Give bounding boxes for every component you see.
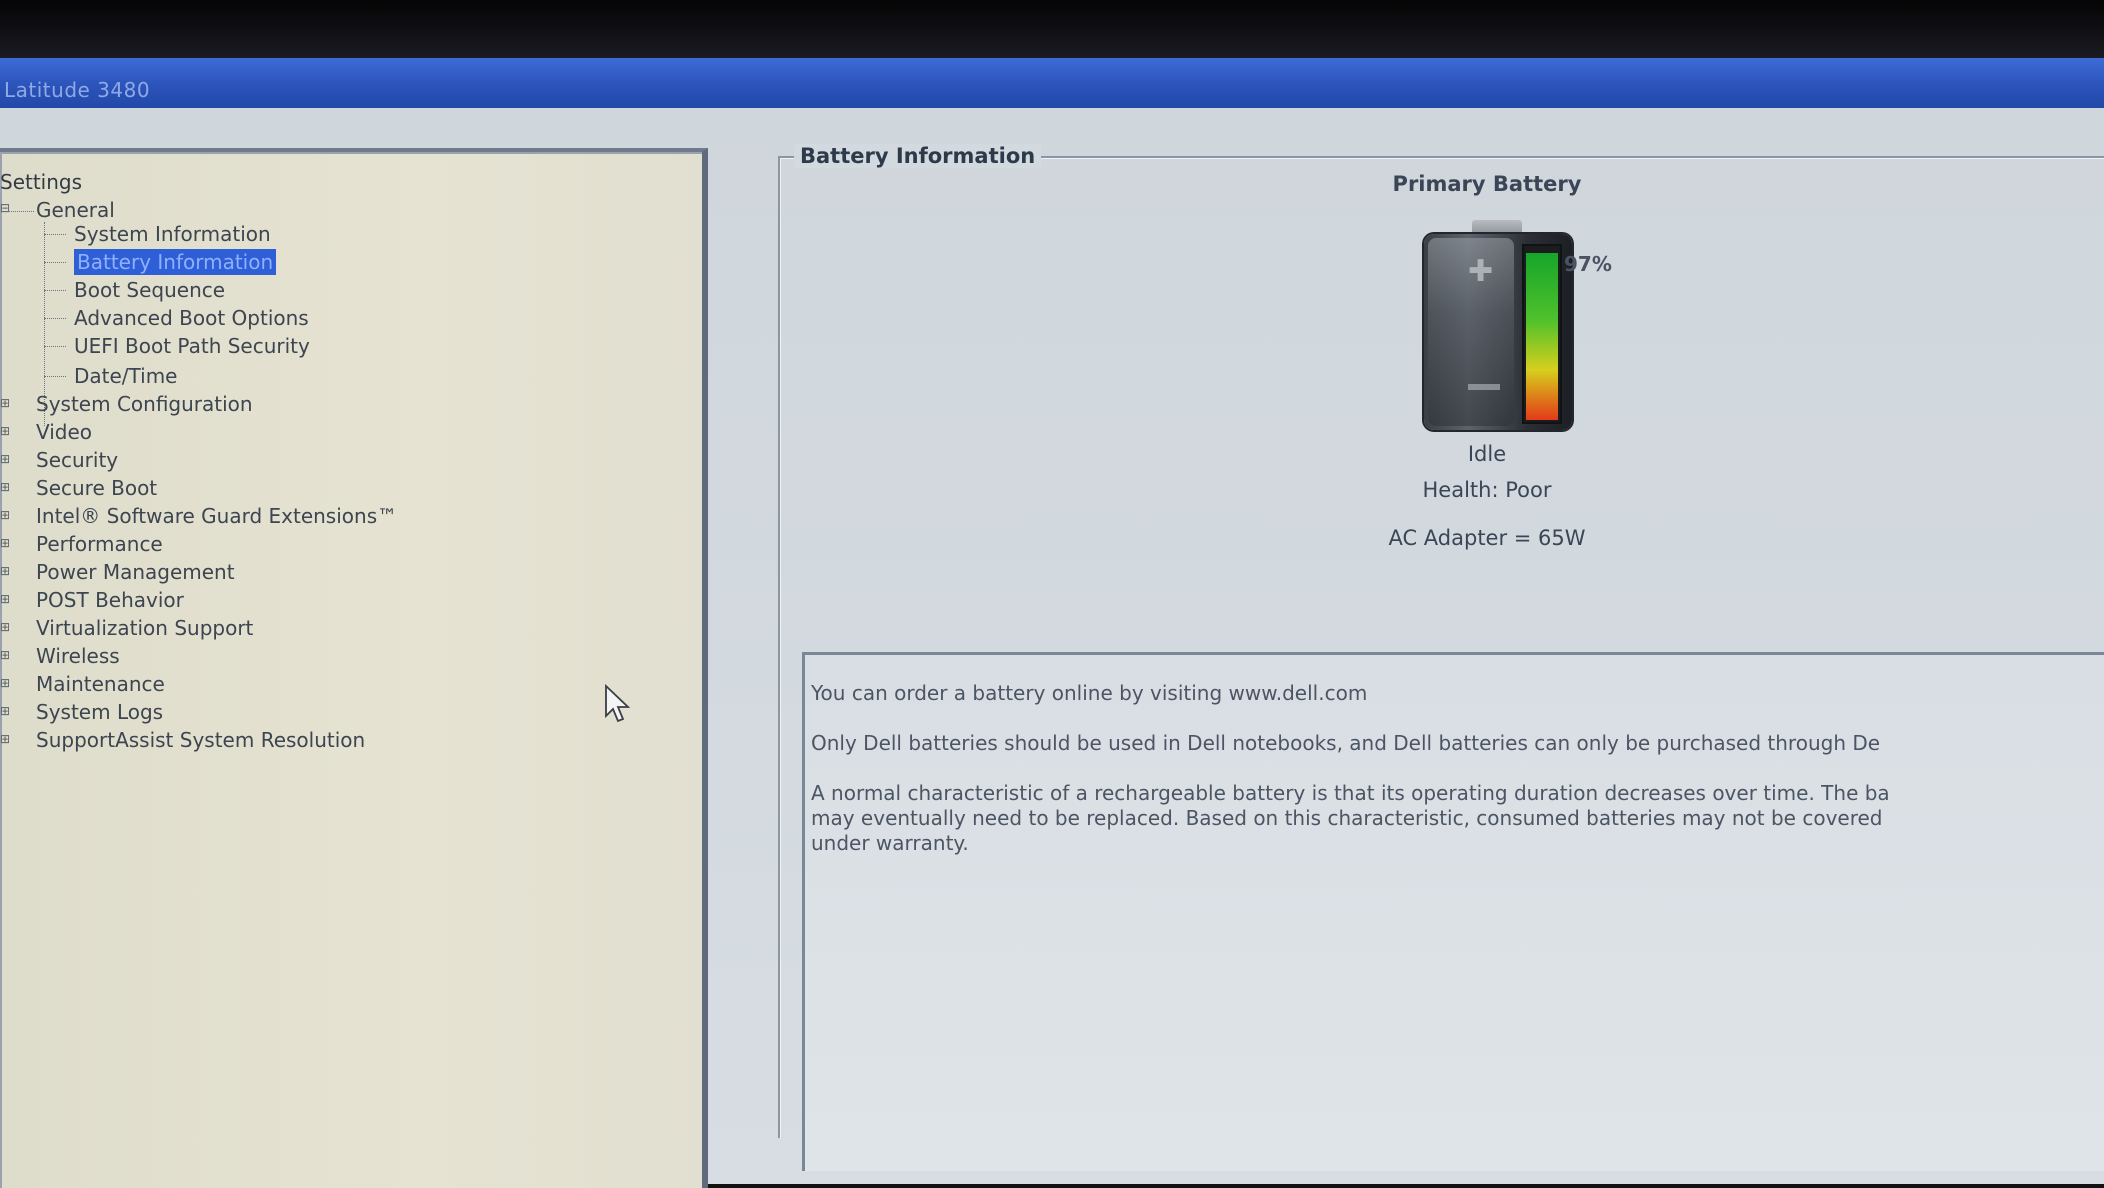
- settings-tree-panel: Settings ⊟ General System Information Ba…: [0, 148, 708, 1188]
- window-title: Latitude 3480: [4, 78, 151, 102]
- tree-item-secure-boot[interactable]: Secure Boot: [36, 476, 157, 500]
- plus-icon: ✚: [1468, 254, 1494, 289]
- charge-gauge: [1522, 244, 1562, 424]
- expand-icon[interactable]: ⊞: [0, 565, 10, 577]
- battery-info-panel: Battery Information Primary Battery ✚ 97…: [778, 144, 2104, 1171]
- title-bar: Latitude 3480: [0, 58, 2104, 108]
- info-line: A normal characteristic of a rechargeabl…: [811, 781, 1890, 805]
- tree-item-performance[interactable]: Performance: [36, 532, 163, 556]
- tree-item-power-management[interactable]: Power Management: [36, 560, 235, 584]
- tree-item-general[interactable]: General: [36, 198, 115, 222]
- ac-adapter-rating: AC Adapter = 65W: [1388, 526, 1586, 550]
- tree-item-maintenance[interactable]: Maintenance: [36, 672, 165, 696]
- battery-icon: ✚: [1400, 220, 1572, 436]
- battery-health: Health: Poor: [1422, 478, 1552, 502]
- primary-battery-title: Primary Battery: [1392, 172, 1582, 196]
- tree-item-uefi-boot-path-security[interactable]: UEFI Boot Path Security: [74, 334, 310, 358]
- expand-icon[interactable]: ⊞: [0, 453, 10, 465]
- tree-item-label: Battery Information: [74, 249, 277, 275]
- charge-percent: 97%: [1564, 252, 1612, 276]
- expand-icon[interactable]: ⊞: [0, 425, 10, 437]
- expand-icon[interactable]: ⊞: [0, 481, 10, 493]
- tree-item-supportassist[interactable]: SupportAssist System Resolution: [36, 728, 365, 752]
- battery-info-textbox[interactable]: You can order a battery online by visiti…: [802, 652, 2104, 1171]
- mouse-pointer-icon: [605, 684, 631, 723]
- tree-item-wireless[interactable]: Wireless: [36, 644, 120, 668]
- screen-bezel: [0, 0, 2104, 58]
- tree-item-video[interactable]: Video: [36, 420, 92, 444]
- tree-branch: [44, 290, 66, 291]
- tree-root-settings[interactable]: Settings: [0, 170, 82, 194]
- expand-icon[interactable]: ⊞: [0, 509, 10, 521]
- expand-icon[interactable]: ⊞: [0, 593, 10, 605]
- battery-state: Idle: [1467, 442, 1507, 466]
- tree-item-advanced-boot-options[interactable]: Advanced Boot Options: [74, 306, 309, 330]
- tree-item-system-configuration[interactable]: System Configuration: [36, 392, 253, 416]
- tree-item-boot-sequence[interactable]: Boot Sequence: [74, 278, 225, 302]
- info-line: You can order a battery online by visiti…: [811, 681, 1368, 705]
- charge-level-fill: [1526, 253, 1558, 420]
- tree-item-date-time[interactable]: Date/Time: [74, 364, 178, 388]
- info-line: may eventually need to be replaced. Base…: [811, 806, 1883, 830]
- setup-content: Settings ⊟ General System Information Ba…: [0, 108, 2104, 1188]
- info-line: under warranty.: [811, 831, 969, 855]
- tree-item-security[interactable]: Security: [36, 448, 118, 472]
- battery-body: ✚: [1424, 234, 1572, 430]
- expand-icon[interactable]: ⊞: [0, 397, 10, 409]
- expand-icon[interactable]: ⊞: [0, 621, 10, 633]
- expand-icon[interactable]: ⊞: [0, 705, 10, 717]
- tree-item-battery-information[interactable]: Battery Information: [74, 249, 277, 275]
- expand-icon[interactable]: ⊞: [0, 537, 10, 549]
- expand-icon[interactable]: ⊞: [0, 649, 10, 661]
- tree-item-intel-sgx[interactable]: Intel® Software Guard Extensions™: [36, 504, 397, 528]
- tree-branch: [44, 318, 66, 319]
- tree-item-virtualization-support[interactable]: Virtualization Support: [36, 616, 253, 640]
- tree-branch: [8, 211, 34, 212]
- expand-icon[interactable]: ⊞: [0, 677, 10, 689]
- tree-item-system-logs[interactable]: System Logs: [36, 700, 163, 724]
- tree-branch: [44, 234, 66, 235]
- minus-icon: [1468, 384, 1500, 390]
- tree-item-post-behavior[interactable]: POST Behavior: [36, 588, 184, 612]
- group-title: Battery Information: [794, 144, 1042, 168]
- expand-icon[interactable]: ⊞: [0, 733, 10, 745]
- tree-branch: [44, 346, 66, 347]
- tree-branch: [44, 376, 66, 377]
- info-line: Only Dell batteries should be used in De…: [811, 731, 1881, 755]
- tree-branch: [44, 262, 66, 263]
- tree-item-system-information[interactable]: System Information: [74, 222, 271, 246]
